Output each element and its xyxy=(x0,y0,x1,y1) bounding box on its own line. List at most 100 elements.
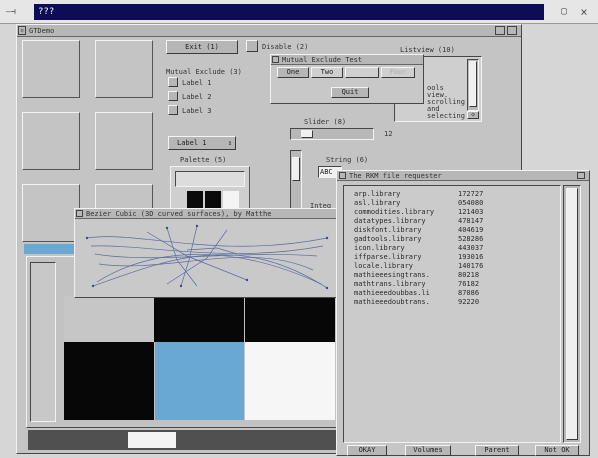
mx-radio-1[interactable] xyxy=(168,77,178,87)
bottom-bar xyxy=(28,430,338,450)
vertical-scroller[interactable] xyxy=(290,150,302,210)
file-list[interactable]: arp.library 172727 asl.library 054080 commod… xyxy=(343,185,561,443)
gadget-box-1 xyxy=(22,40,80,98)
bezier-title: Bezier Cubic (3D curved surfaces), by Ma… xyxy=(86,210,272,218)
mx-test-title: Mutual Exclude Test xyxy=(282,56,363,64)
file-name: asl.library xyxy=(354,199,401,207)
mx-option-three[interactable]: Three xyxy=(345,67,379,78)
cycle-gadget[interactable]: Label 1 ⇕ xyxy=(168,136,236,150)
mx-test-titlebar[interactable]: Mutual Exclude Test xyxy=(271,55,423,65)
gadget-box-4 xyxy=(95,112,153,170)
listview-scroll-knob[interactable] xyxy=(469,61,477,107)
close-button[interactable]: × xyxy=(576,4,592,20)
file-size: 87086 xyxy=(458,289,480,297)
slider-track[interactable] xyxy=(290,128,374,140)
requester-close-icon[interactable] xyxy=(339,172,346,179)
bezier-surface[interactable] xyxy=(77,220,335,296)
system-menu-icon[interactable]: —⊣ xyxy=(6,6,28,18)
color-cell-grey-top[interactable] xyxy=(64,296,154,342)
file-size: 193016 xyxy=(458,253,484,261)
file-row[interactable]: commodities.library 121403 xyxy=(354,208,504,217)
cycle-arrows-icon: ⇕ xyxy=(227,139,232,147)
requester-depth-icon[interactable] xyxy=(577,172,585,179)
file-size: 172727 xyxy=(458,190,484,198)
listview-item[interactable]: selecting xyxy=(427,113,467,120)
file-size: 76182 xyxy=(458,280,480,288)
color-cell-black-top-1[interactable] xyxy=(154,296,244,342)
requester-titlebar[interactable]: The RKM file requester xyxy=(337,171,589,181)
gtdemo-titlebar[interactable]: ▫ GTDemo xyxy=(17,25,521,37)
file-size: 443037 xyxy=(458,244,484,252)
file-size: 140176 xyxy=(458,262,484,270)
file-name: mathieeedoubbas.li xyxy=(354,289,430,297)
not-ok-button[interactable]: Not OK xyxy=(535,445,579,456)
parent-button[interactable]: Parent xyxy=(475,445,519,456)
file-name: gadtools.library xyxy=(354,235,422,243)
mx-test-window: Mutual Exclude Test One Two Three Four Q… xyxy=(270,54,424,104)
bezier-titlebar[interactable]: Bezier Cubic (3D curved surfaces), by Ma… xyxy=(75,209,337,219)
slider-value: 12 xyxy=(384,130,393,138)
file-name: icon.library xyxy=(354,244,405,252)
file-row[interactable]: icon.library 443037 xyxy=(354,244,504,253)
mx-quit-button[interactable]: Quit xyxy=(331,87,369,98)
file-list-scrollbar[interactable] xyxy=(563,185,581,443)
mx-option-two[interactable]: Two xyxy=(311,67,343,78)
mx-radio-2[interactable] xyxy=(168,91,178,101)
listview-scrollbar[interactable] xyxy=(467,59,479,111)
gtdemo-title: GTDemo xyxy=(29,27,55,35)
file-list-scroll-knob[interactable] xyxy=(566,188,578,440)
zoom-gadget-icon[interactable] xyxy=(507,26,517,35)
color-cell-black-top-2[interactable] xyxy=(245,296,335,342)
file-row[interactable]: mathieeedoubbas.li 87086 xyxy=(354,289,504,298)
file-row[interactable]: gadtools.library 528286 xyxy=(354,235,504,244)
file-row[interactable]: mathtrans.library 76182 xyxy=(354,280,504,289)
file-size: 92220 xyxy=(458,298,480,306)
mx-label-2: Label 2 xyxy=(182,93,212,101)
file-size: 121403 xyxy=(458,208,484,216)
file-row[interactable]: datatypes.library 478147 xyxy=(354,217,504,226)
slider-knob[interactable] xyxy=(301,130,313,138)
close-gadget-icon[interactable]: ▫ xyxy=(18,26,26,35)
file-name: mathieeesingtrans. xyxy=(354,271,430,279)
mx-group-title: Mutual Exclude (3) xyxy=(166,68,242,76)
mx-label-1: Label 1 xyxy=(182,79,212,87)
palette-indicator xyxy=(175,171,245,187)
file-size: 80218 xyxy=(458,271,480,279)
palette-title: Palette (5) xyxy=(180,156,227,164)
file-row[interactable]: asl.library 054080 xyxy=(354,199,504,208)
file-size: 528286 xyxy=(458,235,484,243)
string-title: String (6) xyxy=(326,156,369,164)
okay-button[interactable]: OKAY xyxy=(347,445,387,456)
listview-title: Listview (10) xyxy=(400,46,455,54)
file-row[interactable]: iffparse.library 193016 xyxy=(354,253,504,262)
file-row[interactable]: mathieeesingtrans. 80218 xyxy=(354,271,504,280)
volumes-button[interactable]: Volumes xyxy=(405,445,451,456)
cycle-value: Label 1 xyxy=(177,139,207,147)
disable-checkbox[interactable] xyxy=(246,40,258,52)
depth-gadget-icon[interactable] xyxy=(495,26,505,35)
file-name: commodities.library xyxy=(354,208,435,216)
file-row[interactable]: diskfont.library 404619 xyxy=(354,226,504,235)
mx-option-four[interactable]: Four xyxy=(381,67,415,78)
restore-button[interactable]: ▢ xyxy=(556,4,572,20)
mx-radio-3[interactable] xyxy=(168,105,178,115)
file-row[interactable]: arp.library 172727 xyxy=(354,190,504,199)
file-name: diskfont.library xyxy=(354,226,422,234)
file-name: iffparse.library xyxy=(354,253,422,261)
file-name: mathtrans.library xyxy=(354,280,426,288)
color-cell-black-bottom[interactable] xyxy=(64,342,154,420)
vertical-scroller-knob[interactable] xyxy=(292,157,300,181)
bottom-bar-highlight[interactable] xyxy=(128,432,176,448)
mx-option-one[interactable]: One xyxy=(277,67,309,78)
color-cell-blue[interactable] xyxy=(155,342,244,420)
host-title-bar-fill: ??? xyxy=(34,4,544,20)
listview-items: ools view. scrolling and selecting xyxy=(427,85,467,120)
listview-arrow-up-icon[interactable]: ◇ xyxy=(467,111,479,119)
color-cell-white[interactable] xyxy=(245,342,335,420)
bezier-close-icon[interactable] xyxy=(76,210,83,217)
file-row[interactable]: locale.library 140176 xyxy=(354,262,504,271)
exit-button[interactable]: Exit (1) xyxy=(166,40,238,54)
requester-title: The RKM file requester xyxy=(349,172,442,180)
file-row[interactable]: mathieeedoubtrans. 92220 xyxy=(354,298,504,307)
mx-test-close-icon[interactable] xyxy=(272,56,279,63)
